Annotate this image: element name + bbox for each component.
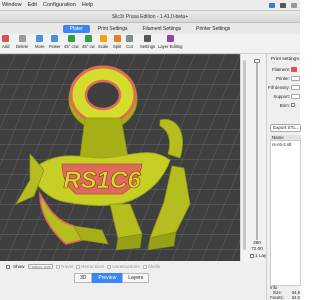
preview-controls: Show Feature type Travel Retractions Unr… <box>0 261 266 300</box>
support-row[interactable]: Support: <box>267 93 301 99</box>
travel-option[interactable]: Travel <box>55 264 73 269</box>
minus-icon <box>51 35 59 42</box>
add-button[interactable]: Add <box>2 35 9 49</box>
layer-slider-track <box>256 60 258 240</box>
layer-slider[interactable] <box>248 54 266 261</box>
dropbox-icon[interactable] <box>269 2 275 8</box>
wifi-icon[interactable] <box>291 2 297 8</box>
layer-bottom-height: 72.00 <box>251 246 263 251</box>
plus-icon <box>36 35 44 42</box>
rotate-cw-button[interactable]: 45° cw <box>82 35 95 49</box>
tab-3d[interactable]: 3D <box>74 273 93 283</box>
menu-edit[interactable]: Edit <box>28 2 37 8</box>
shells-option[interactable]: Shells <box>142 264 160 269</box>
cloud-icon[interactable] <box>280 2 286 8</box>
menu-window[interactable]: Window <box>2 2 22 8</box>
cut-button[interactable]: Cut <box>126 35 133 49</box>
rotate-cw-icon <box>84 35 92 42</box>
tab-layers[interactable]: Layers <box>122 273 150 283</box>
tab-plater[interactable]: Plater <box>62 24 90 33</box>
tab-print-settings[interactable]: Print Settings <box>91 25 135 33</box>
settings-panel: Print settings: Filament: Printer: Fill … <box>266 54 301 300</box>
rotate-ccw-icon <box>67 35 75 42</box>
filament-row[interactable]: Filament: <box>267 66 301 72</box>
window-title: Slic3r Prusa Edition - 1.41.0-beta+ <box>0 11 300 23</box>
print-settings-title: Print settings: <box>271 57 301 62</box>
settings-icon <box>144 35 152 42</box>
brim-row[interactable]: Brim: <box>267 102 301 108</box>
menu-configuration[interactable]: Configuration <box>43 2 76 8</box>
object-list[interactable]: rs-c6-2.stl <box>270 140 301 286</box>
list-item[interactable]: rs-c6-2.stl <box>272 142 291 147</box>
rotate-ccw-button[interactable]: 45° ccw <box>64 35 79 49</box>
more-button[interactable]: More <box>35 35 45 49</box>
split-button[interactable]: Split <box>113 35 121 49</box>
layer-editing-button[interactable]: Layer Editing <box>158 35 182 49</box>
scale-icon <box>99 35 107 42</box>
support-dropdown[interactable] <box>291 93 300 99</box>
fewer-button[interactable]: Fewer <box>49 35 61 49</box>
info-box: Info Size: 64.8 Facets: 64.0 <box>270 285 301 300</box>
layer-slider-handle[interactable] <box>254 59 260 63</box>
fill-density-dropdown[interactable] <box>291 84 300 90</box>
feature-type-select[interactable]: Feature type <box>27 264 53 269</box>
preview-viewport[interactable]: RS1C6 <box>0 54 240 261</box>
export-stl-button[interactable]: Export STL... <box>270 124 301 132</box>
viewport-scrollbar[interactable] <box>240 54 248 261</box>
retractions-option[interactable]: Retractions <box>76 264 104 269</box>
status-tray <box>269 2 300 8</box>
model-canvas[interactable]: RS1C6 <box>0 54 240 261</box>
scale-button[interactable]: Scale <box>98 35 108 49</box>
brick-add-icon <box>2 35 10 42</box>
fill-density-row[interactable]: Fill density: <box>267 84 301 90</box>
single-layer-checkbox[interactable] <box>250 253 254 258</box>
tab-preview[interactable]: Preview <box>92 273 123 283</box>
filament-color-swatch[interactable] <box>291 66 297 72</box>
split-icon <box>113 35 121 42</box>
show-label: Show <box>13 264 25 269</box>
layer-editing-icon <box>166 35 174 42</box>
printer-row[interactable]: Printer: <box>267 75 301 81</box>
brim-checkbox[interactable] <box>291 103 295 107</box>
plater-toolbar: Add Delete More Fewer 45° ccw 45° cw Sca… <box>0 34 300 54</box>
tab-filament-settings[interactable]: Filament Settings <box>135 25 188 33</box>
tab-printer-settings[interactable]: Printer Settings <box>189 25 237 33</box>
cut-icon <box>126 35 133 42</box>
show-row: Show Feature type Travel Retractions Unr… <box>6 264 160 269</box>
delete-button[interactable]: Delete <box>16 35 28 49</box>
show-checkbox[interactable] <box>6 264 10 269</box>
view-tabs: 3D Preview Layers <box>74 273 150 283</box>
model-text: RS1C6 <box>63 167 141 194</box>
scrollbar-thumb[interactable] <box>243 60 246 250</box>
menu-help[interactable]: Help <box>82 2 93 8</box>
tab-bar: Plater Print Settings Filament Settings … <box>0 23 300 34</box>
printer-dropdown[interactable] <box>291 75 300 81</box>
unretractions-option[interactable]: Unretractions <box>107 264 140 269</box>
menu-bar: Window Edit Configuration Help <box>0 0 300 11</box>
info-facets: Facets: 64.0 <box>270 295 300 300</box>
settings-button[interactable]: Settings <box>140 35 155 49</box>
brick-delete-icon <box>18 35 26 42</box>
layer-top-height: 360 <box>253 240 261 245</box>
